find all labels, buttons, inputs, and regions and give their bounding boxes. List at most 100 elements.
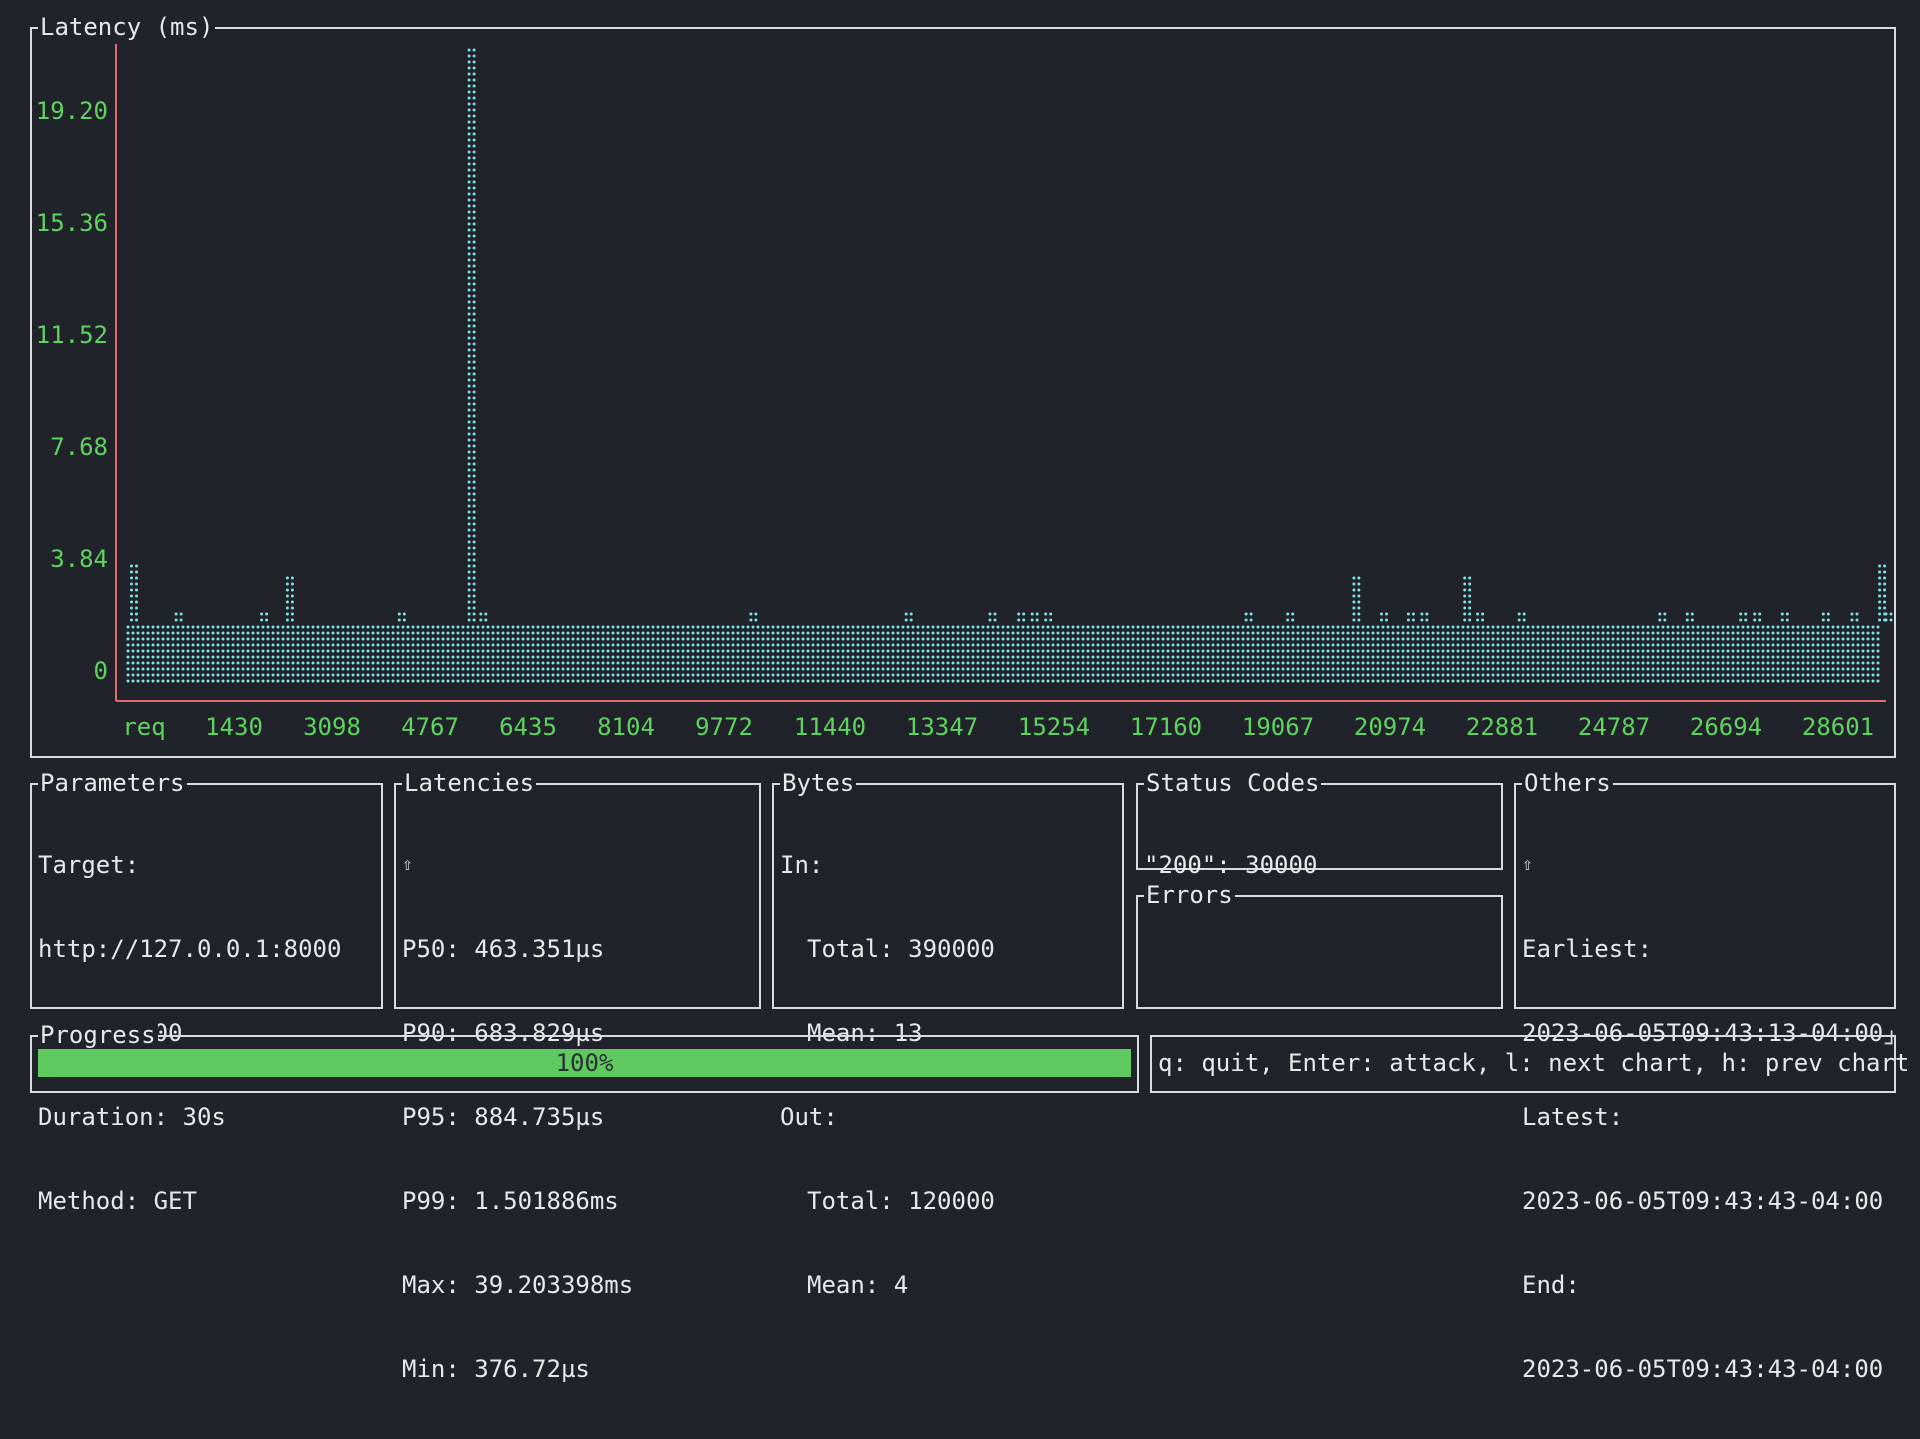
latency-point bbox=[781, 649, 785, 653]
latency-point bbox=[1436, 655, 1440, 659]
latency-point bbox=[431, 637, 435, 641]
latency-point bbox=[1816, 649, 1820, 653]
latencies-panel[interactable]: Latencies ⇧ P50: 463.351µs P90: 683.829µ… bbox=[394, 769, 761, 1383]
latency-point bbox=[261, 649, 265, 653]
latency-point bbox=[391, 667, 395, 671]
latency-point bbox=[1276, 655, 1280, 659]
latency-point bbox=[836, 679, 840, 683]
latency-spike-point bbox=[467, 96, 471, 100]
latency-point bbox=[1016, 631, 1020, 635]
latency-point bbox=[1466, 679, 1470, 683]
latency-point bbox=[1181, 655, 1185, 659]
latency-point bbox=[1266, 643, 1270, 647]
latency-spike-point bbox=[135, 606, 138, 610]
latency-point bbox=[1541, 673, 1545, 677]
latency-point bbox=[1016, 679, 1020, 683]
others-panel[interactable]: Others ⇧ Earliest: 2023-06-05T09:43:13-0… bbox=[1514, 769, 1896, 1383]
latency-point bbox=[406, 631, 410, 635]
latency-point bbox=[1116, 649, 1120, 653]
latency-point bbox=[961, 643, 965, 647]
latency-point bbox=[1196, 673, 1200, 677]
latency-spike-point bbox=[467, 216, 471, 220]
latency-spike-point bbox=[467, 618, 471, 622]
latency-point bbox=[791, 673, 795, 677]
latency-point bbox=[936, 679, 940, 683]
latency-point bbox=[776, 643, 780, 647]
latency-point bbox=[941, 661, 945, 665]
latency-point bbox=[1526, 631, 1530, 635]
latency-point bbox=[1721, 661, 1725, 665]
latency-point bbox=[136, 625, 140, 629]
latency-point bbox=[836, 655, 840, 659]
latency-point bbox=[631, 625, 635, 629]
latency-point bbox=[331, 667, 335, 671]
latency-point bbox=[1561, 643, 1565, 647]
latency-point bbox=[256, 679, 260, 683]
latency-point bbox=[1151, 679, 1155, 683]
x-tick-label: 3098 bbox=[303, 713, 361, 741]
latency-point bbox=[1086, 643, 1090, 647]
latency-spike-point bbox=[174, 612, 178, 616]
latency-spike-point bbox=[1685, 618, 1689, 622]
latency-spike-point bbox=[472, 372, 476, 376]
latency-point bbox=[936, 631, 940, 635]
latency-point bbox=[1441, 643, 1445, 647]
latency-point bbox=[1771, 679, 1775, 683]
latency-point bbox=[961, 637, 965, 641]
latency-point bbox=[1236, 637, 1240, 641]
latency-point bbox=[401, 637, 405, 641]
latency-point bbox=[1726, 679, 1730, 683]
latency-point bbox=[636, 649, 640, 653]
latency-point bbox=[1211, 625, 1215, 629]
latency-point bbox=[391, 637, 395, 641]
latency-spike-point bbox=[1878, 588, 1882, 592]
latency-point bbox=[1531, 661, 1535, 665]
latency-point bbox=[1826, 667, 1830, 671]
latency-point bbox=[1001, 673, 1005, 677]
latency-point bbox=[211, 655, 215, 659]
latency-point bbox=[231, 637, 235, 641]
latency-point bbox=[606, 679, 610, 683]
latency-point bbox=[1261, 637, 1265, 641]
latency-point bbox=[606, 637, 610, 641]
latency-point bbox=[1316, 643, 1320, 647]
latency-point bbox=[1291, 655, 1295, 659]
latency-point bbox=[231, 643, 235, 647]
latency-point bbox=[426, 631, 430, 635]
latency-point bbox=[1511, 679, 1515, 683]
latency-point bbox=[1541, 655, 1545, 659]
latency-point bbox=[901, 673, 905, 677]
latency-point bbox=[211, 637, 215, 641]
latency-point bbox=[421, 667, 425, 671]
latency-point bbox=[1201, 631, 1205, 635]
x-tick-label: 11440 bbox=[794, 713, 866, 741]
latency-point bbox=[1226, 649, 1230, 653]
latency-point bbox=[1561, 667, 1565, 671]
latency-point bbox=[1676, 649, 1680, 653]
latency-point bbox=[526, 637, 530, 641]
latency-point bbox=[1871, 667, 1875, 671]
latency-spike-point bbox=[1249, 612, 1253, 616]
latency-point bbox=[1346, 661, 1350, 665]
latency-point bbox=[516, 625, 520, 629]
latency-spike-point bbox=[467, 378, 471, 382]
latency-point bbox=[1346, 667, 1350, 671]
latency-point bbox=[546, 679, 550, 683]
latency-point bbox=[1126, 637, 1130, 641]
latency-point bbox=[886, 637, 890, 641]
latency-point bbox=[1481, 655, 1485, 659]
latency-point bbox=[661, 643, 665, 647]
latency-point bbox=[1241, 643, 1245, 647]
latency-point bbox=[446, 637, 450, 641]
latency-point bbox=[861, 655, 865, 659]
latency-point bbox=[1561, 637, 1565, 641]
latency-point bbox=[1791, 655, 1795, 659]
latency-point bbox=[1761, 625, 1765, 629]
latency-point bbox=[801, 625, 805, 629]
latency-point bbox=[806, 661, 810, 665]
latency-point bbox=[1856, 631, 1860, 635]
latency-spike-point bbox=[1044, 612, 1048, 616]
latency-point bbox=[1001, 631, 1005, 635]
latency-point bbox=[1086, 649, 1090, 653]
latency-spike-point bbox=[472, 78, 476, 82]
